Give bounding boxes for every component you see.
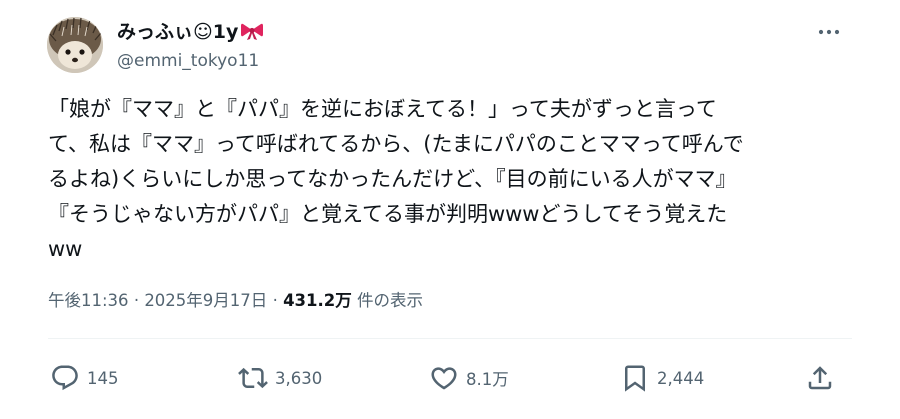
more-dots-icon bbox=[818, 29, 840, 35]
like-count: 8.1万 bbox=[466, 370, 509, 389]
tweet-date[interactable]: 2025年9月17日 bbox=[144, 291, 267, 310]
reply-button[interactable]: 145 bbox=[50, 362, 119, 394]
reply-icon bbox=[52, 365, 78, 391]
divider bbox=[48, 338, 852, 339]
author-handle[interactable]: @emmi_tokyo11 bbox=[117, 50, 259, 72]
repost-button[interactable]: 3,630 bbox=[238, 362, 322, 394]
display-name-text: みっふぃ☺1y bbox=[117, 21, 239, 43]
repost-count: 3,630 bbox=[275, 368, 323, 388]
tweet-time[interactable]: 午後11:36 bbox=[48, 291, 129, 310]
like-button[interactable]: 8.1万 bbox=[429, 362, 509, 394]
reply-count: 145 bbox=[87, 368, 119, 388]
action-bar: 145 3,630 8.1万 2,444 bbox=[0, 362, 900, 394]
meta-separator: · bbox=[133, 291, 140, 310]
bookmark-icon bbox=[625, 365, 645, 392]
hedgehog-avatar-icon bbox=[47, 17, 103, 73]
views-label: 件の表示 bbox=[357, 291, 424, 310]
bookmark-count: 2,444 bbox=[657, 368, 705, 388]
red-ribbon-icon bbox=[240, 21, 264, 47]
views-count: 431.2万 bbox=[283, 291, 352, 310]
heart-icon bbox=[431, 367, 457, 390]
tweet-text: 「娘が『ママ』と『パパ』を逆におぼえてる！」って夫がずっと言って て、私は『ママ… bbox=[48, 97, 744, 261]
tweet-meta: 午後11:36 · 2025年9月17日 · 431.2万 件の表示 bbox=[48, 290, 423, 312]
repost-icon bbox=[238, 367, 268, 389]
share-button[interactable] bbox=[805, 362, 842, 394]
share-icon bbox=[808, 366, 832, 390]
avatar[interactable] bbox=[47, 17, 103, 73]
tweet-card: みっふぃ☺1y @emmi_tokyo11 「娘が『ママ』と『パパ』を逆におぼえ… bbox=[0, 0, 900, 419]
meta-separator-2: · bbox=[272, 291, 278, 310]
bookmark-button[interactable]: 2,444 bbox=[620, 362, 704, 394]
display-name[interactable]: みっふぃ☺1y bbox=[117, 20, 264, 47]
more-options-button[interactable] bbox=[812, 20, 846, 44]
